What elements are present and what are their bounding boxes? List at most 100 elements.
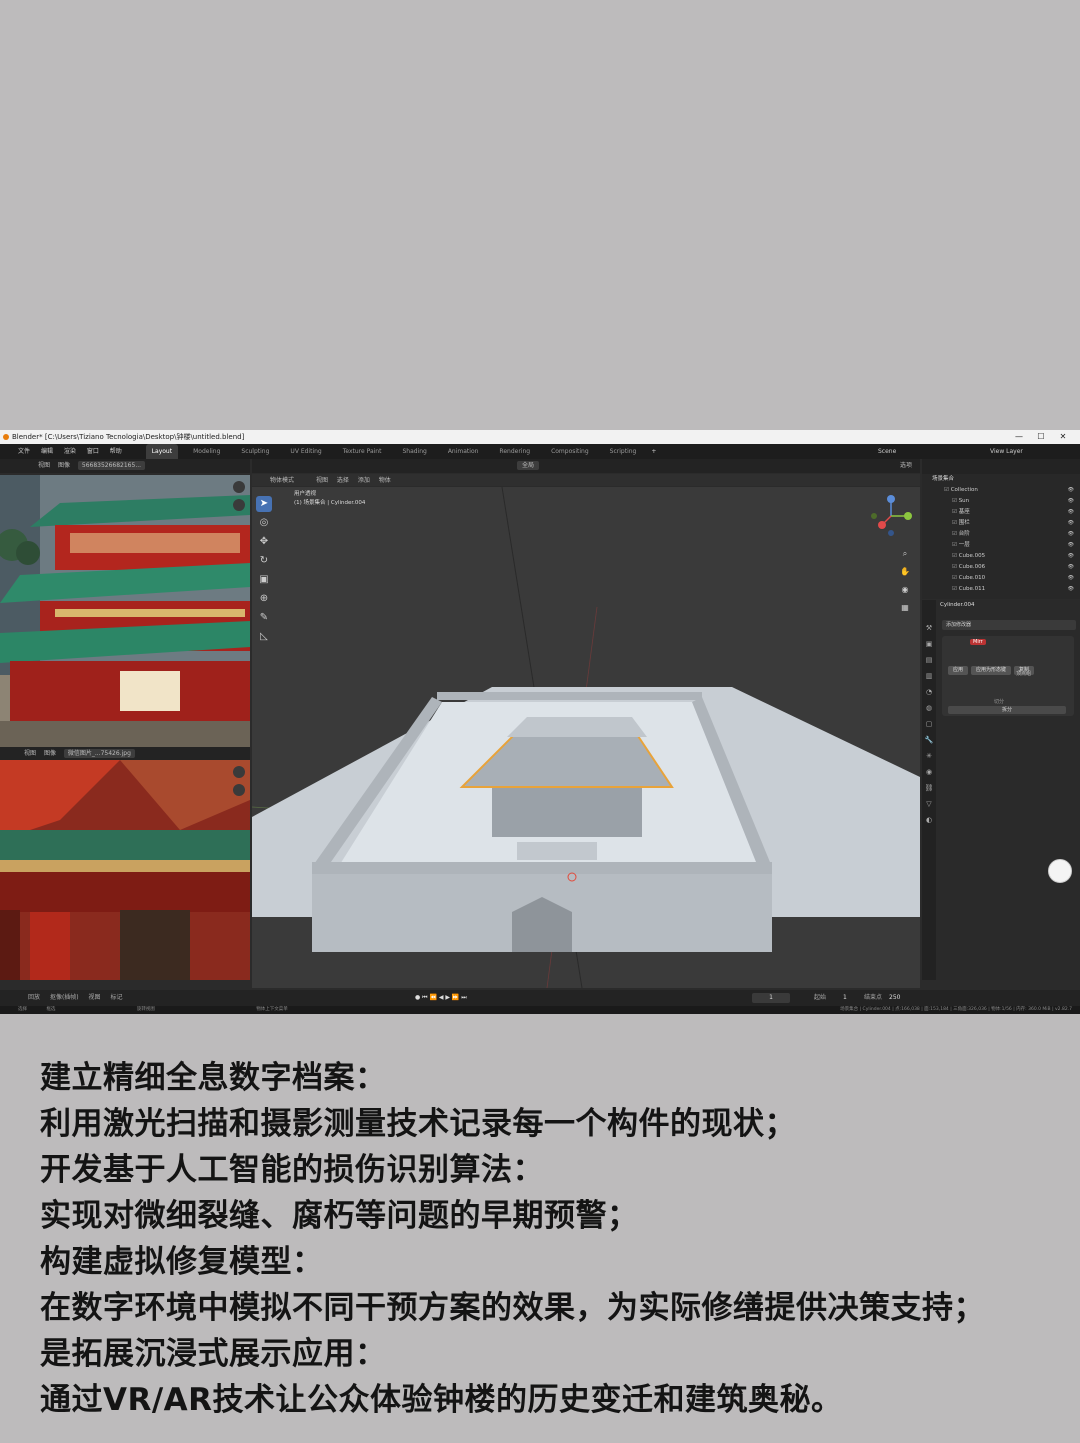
checkbox-icon[interactable]: ☑ [952,564,959,570]
visibility-eye-icon[interactable]: 👁 [1068,584,1074,595]
visibility-eye-icon[interactable]: 👁 [1068,540,1074,551]
menu-render[interactable]: 渲染 [64,448,76,455]
outliner-item[interactable]: ☑ 一层 👁 [922,540,1080,551]
tab-texture-paint[interactable]: Texture Paint [337,444,388,459]
checkbox-icon[interactable]: ☑ [952,509,959,515]
navigation-gizmo[interactable] [868,493,914,539]
outliner-root[interactable]: 场景集合 [922,474,1080,485]
add-modifier-dropdown[interactable]: 添加修改器 [942,620,1076,630]
measure-tool-icon[interactable]: ◺ [256,629,272,645]
image2-name-field[interactable]: 微信图片_...75426.jpg [63,749,135,758]
timeline-marker-menu[interactable]: 标记 [110,994,122,1001]
physics-tab-icon[interactable]: ◉ [922,764,936,780]
viewport-menu-object[interactable]: 物体 [379,477,391,484]
scale-tool-icon[interactable]: ▣ [256,572,272,588]
image-name-field[interactable]: 566835266821​65... [77,461,146,470]
viewport-menu-add[interactable]: 添加 [358,477,370,484]
visibility-eye-icon[interactable]: 👁 [1068,562,1074,573]
zoom-icon[interactable] [233,481,245,493]
checkbox-icon[interactable]: ☑ [952,586,959,592]
tab-sculpting[interactable]: Sculpting [235,444,275,459]
constraints-tab-icon[interactable]: ⛓ [922,780,936,796]
tab-animation[interactable]: Animation [442,444,485,459]
menu-help[interactable]: 帮助 [110,448,122,455]
timeline-playback-menu[interactable]: 回放 [28,994,40,1001]
scene-tab-icon[interactable]: ◔ [922,684,936,700]
tab-modeling[interactable]: Modeling [187,444,226,459]
checkbox-icon[interactable]: ☑ [952,542,959,548]
timeline-keying-menu[interactable]: 抠像(插帧) [50,994,79,1001]
checkbox-icon[interactable]: ☑ [952,520,959,526]
output-tab-icon[interactable]: ▤ [922,652,936,668]
checkbox-icon[interactable]: ☑ [944,487,951,493]
checkbox-icon[interactable]: ☑ [952,553,959,559]
particles-tab-icon[interactable]: ✳ [922,748,936,764]
visibility-eye-icon[interactable]: 👁 [1068,529,1074,540]
avatar[interactable] [1048,859,1072,883]
outliner-item[interactable]: ☑ 基座 👁 [922,507,1080,518]
visibility-eye-icon[interactable]: 👁 [1068,518,1074,529]
checkbox-icon[interactable]: ☑ [952,498,959,504]
tab-uv-editing[interactable]: UV Editing [284,444,327,459]
tab-shading[interactable]: Shading [396,444,432,459]
outliner-item[interactable]: ☑ 围栏 👁 [922,518,1080,529]
visibility-eye-icon[interactable]: 👁 [1068,485,1074,496]
image-menu-image[interactable]: 图像 [58,462,70,469]
bisect-button[interactable]: 拆分 [948,706,1066,714]
zoom-view-icon[interactable]: ⌕ [898,545,912,563]
object-tab-icon[interactable]: ▢ [922,716,936,732]
visibility-eye-icon[interactable]: 👁 [1068,551,1074,562]
playback-controls[interactable]: ● ⏮ ⏪ ◀ ▶ ⏩ ⏭ [415,990,467,1006]
viewport-menu-select[interactable]: 选择 [337,477,349,484]
menu-edit[interactable]: 编辑 [41,448,53,455]
tab-layout[interactable]: Layout [145,444,179,459]
tab-rendering[interactable]: Rendering [493,444,536,459]
render-tab-icon[interactable]: ▣ [922,636,936,652]
image-menu-view[interactable]: 视图 [38,462,50,469]
visibility-eye-icon[interactable]: 👁 [1068,573,1074,584]
annotate-tool-icon[interactable]: ✎ [256,610,272,626]
hand-pan-icon-2[interactable] [233,784,245,796]
end-frame-field[interactable]: 250 [889,990,900,1006]
checkbox-icon[interactable]: ☑ [952,531,959,537]
modifier-tab-icon[interactable]: 🔧 [922,732,936,748]
tool-tab-icon[interactable]: ⚒ [922,620,936,636]
maximize-button[interactable]: ☐ [1030,430,1052,444]
outliner-item[interactable]: ☑ Cube.005 👁 [922,551,1080,562]
view-layer-tab-icon[interactable]: ▥ [922,668,936,684]
menu-file[interactable]: 文件 [18,448,30,455]
scene-selector[interactable]: Scene [878,444,896,459]
image2-menu-view[interactable]: 视图 [24,750,36,757]
3d-viewport[interactable]: ➤ ◎ ✥ ↻ ▣ ⊕ ✎ ◺ 用户透视 (1) 场景集合 | Cylinder… [252,487,920,988]
outliner-item[interactable]: ☑ Cube.010 👁 [922,573,1080,584]
rotate-tool-icon[interactable]: ↻ [256,553,272,569]
visibility-eye-icon[interactable]: 👁 [1068,496,1074,507]
hand-pan-icon[interactable] [233,499,245,511]
outliner-item[interactable]: ☑ Sun 👁 [922,496,1080,507]
outliner-item[interactable]: ☑ Collection 👁 [922,485,1080,496]
outliner-item[interactable]: ☑ 台阶 👁 [922,529,1080,540]
material-tab-icon[interactable]: ◐ [922,812,936,828]
apply-shapekey-button[interactable]: 应用为形态键 [971,666,1012,675]
transform-tool-icon[interactable]: ⊕ [256,591,272,607]
transform-orientation-select[interactable]: 全局 [517,461,540,470]
tab-scripting[interactable]: Scripting [604,444,643,459]
ortho-toggle-icon[interactable]: ▦ [898,599,912,617]
close-button[interactable]: ✕ [1052,430,1074,444]
zoom-icon-2[interactable] [233,766,245,778]
cursor-tool-icon[interactable]: ◎ [256,515,272,531]
apply-button[interactable]: 应用 [948,666,969,675]
mode-select[interactable]: 物体模式 [270,477,294,484]
data-tab-icon[interactable]: ▽ [922,796,936,812]
image2-menu-image[interactable]: 图像 [44,750,56,757]
tab-compositing[interactable]: Compositing [545,444,595,459]
timeline-view-menu[interactable]: 视图 [89,994,101,1001]
visibility-eye-icon[interactable]: 👁 [1068,507,1074,518]
move-tool-icon[interactable]: ✥ [256,534,272,550]
add-workspace-icon[interactable]: + [651,448,656,455]
select-tool-icon[interactable]: ➤ [256,496,272,512]
options-menu[interactable]: 选项 [900,459,912,473]
camera-view-icon[interactable]: ◉ [898,581,912,599]
checkbox-icon[interactable]: ☑ [952,575,959,581]
world-tab-icon[interactable]: ◍ [922,700,936,716]
